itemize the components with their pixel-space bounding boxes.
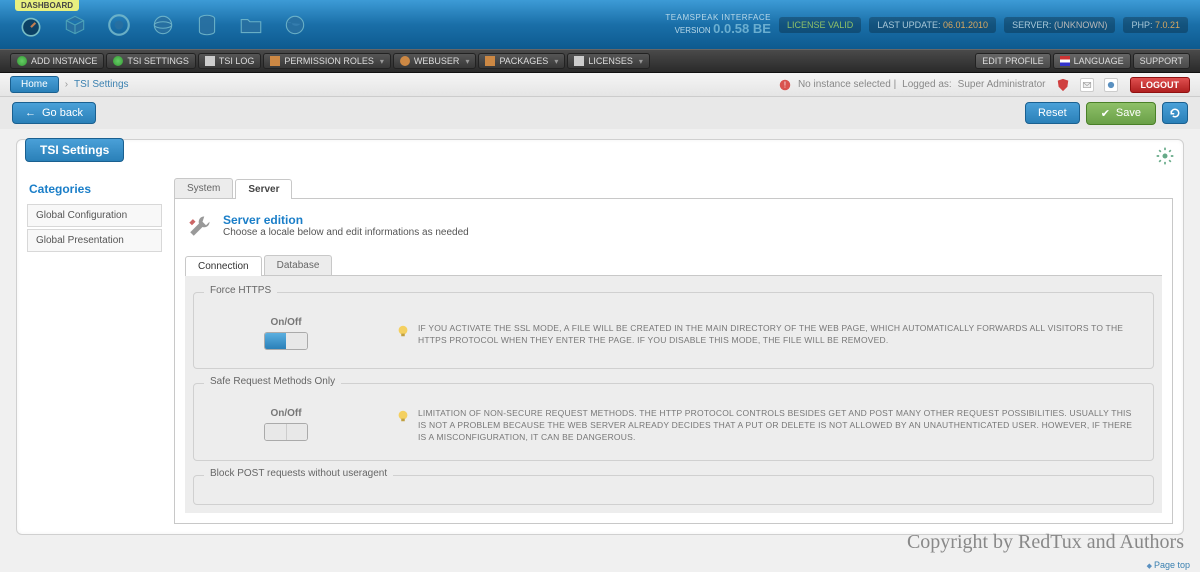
subtab-connection[interactable]: Connection	[185, 256, 262, 276]
section-title: Server edition	[223, 213, 469, 227]
menu-permission-roles[interactable]: PERMISSION ROLES▾	[263, 53, 391, 69]
subtab-database[interactable]: Database	[264, 255, 333, 275]
go-back-button[interactable]: ←Go back	[12, 102, 96, 124]
license-status[interactable]: LICENSE VALID	[779, 17, 861, 33]
legend-safe-request: Safe Request Methods Only	[204, 376, 341, 387]
mail-icon[interactable]	[1080, 78, 1094, 92]
arrow-left-icon: ←	[25, 107, 36, 119]
last-update: LAST UPDATE: 06.01.2010	[869, 17, 996, 33]
categories-sidebar: Categories Global Configuration Global P…	[27, 178, 162, 524]
database-icon[interactable]	[191, 9, 223, 41]
dashboard-icon[interactable]	[15, 9, 47, 41]
menu-tsi-log[interactable]: TSI LOG	[198, 53, 262, 69]
main-tabs: System Server	[174, 178, 1173, 199]
user-role: Super Administrator	[958, 79, 1046, 90]
version-block: TEAMSPEAK INTERFACE VERSION 0.0.58 BE	[665, 14, 771, 35]
tab-system[interactable]: System	[174, 178, 233, 198]
panel-title: TSI Settings	[25, 138, 124, 162]
fieldgroup-force-https: Force HTTPS On/Off IF YOU ACTIVATE THE S…	[193, 292, 1154, 369]
save-button[interactable]: ✔Save	[1086, 102, 1156, 125]
folder-icon[interactable]	[235, 9, 267, 41]
legend-force-https: Force HTTPS	[204, 285, 277, 296]
section-desc: Choose a locale below and edit informati…	[223, 227, 469, 238]
cube-icon[interactable]	[59, 9, 91, 41]
breadcrumb-home[interactable]: Home	[10, 76, 59, 93]
breadcrumb-bar: Home › TSI Settings ! No instance select…	[0, 73, 1200, 97]
tab-server[interactable]: Server	[235, 179, 292, 199]
onoff-label: On/Off	[206, 317, 366, 328]
breadcrumb-sep: ›	[65, 79, 68, 90]
app-header: DASHBOARD TEAMSPEAK INTERFACE VERSION 0.…	[0, 0, 1200, 49]
copyright-text: Copyright by RedTux and Authors	[907, 531, 1184, 554]
sidebar-item-global-presentation[interactable]: Global Presentation	[27, 229, 162, 252]
menu-add-instance[interactable]: ADD INSTANCE	[10, 53, 104, 69]
logout-button[interactable]: LOGOUT	[1130, 77, 1191, 93]
fieldgroup-block-post: Block POST requests without useragent	[193, 475, 1154, 505]
toggle-force-https[interactable]	[264, 332, 308, 350]
menu-webuser[interactable]: WEBUSER▾	[393, 53, 477, 69]
menu-licenses[interactable]: LICENSES▾	[567, 53, 650, 69]
breadcrumb-current: TSI Settings	[74, 79, 128, 90]
warning-icon: !	[778, 78, 792, 92]
menu-tsi-settings[interactable]: TSI SETTINGS	[106, 53, 196, 69]
svg-text:!: !	[784, 80, 786, 89]
bulb-icon	[396, 324, 410, 338]
sidebar-item-global-config[interactable]: Global Configuration	[27, 204, 162, 227]
globe-icon[interactable]	[147, 9, 179, 41]
action-toolbar: ←Go back Reset ✔Save	[0, 97, 1200, 129]
logged-as-label: Logged as:	[902, 79, 952, 90]
sub-tabs: Connection Database	[185, 255, 1162, 276]
check-icon: ✔	[1101, 107, 1110, 120]
info-icon[interactable]	[1104, 78, 1118, 92]
menu-language[interactable]: LANGUAGE	[1053, 53, 1131, 69]
bulb-icon	[396, 409, 410, 423]
menu-packages[interactable]: PACKAGES▾	[478, 53, 565, 69]
menu-support[interactable]: SUPPORT	[1133, 53, 1190, 69]
hint-safe-request: LIMITATION OF NON-SECURE REQUEST METHODS…	[418, 408, 1141, 444]
onoff-label: On/Off	[206, 408, 366, 419]
reset-button[interactable]: Reset	[1025, 102, 1080, 124]
refresh-button[interactable]	[1162, 102, 1188, 124]
page-top-link[interactable]: Page top	[1147, 560, 1190, 570]
gear-icon[interactable]	[1155, 146, 1175, 166]
legend-block-post: Block POST requests without useragent	[204, 468, 393, 479]
server-status: SERVER: (UNKNOWN)	[1004, 17, 1115, 33]
clock-icon[interactable]	[103, 9, 135, 41]
settings-panel: TSI Settings Categories Global Configura…	[16, 139, 1184, 535]
fieldgroup-safe-request: Safe Request Methods Only On/Off LIMITAT…	[193, 383, 1154, 461]
php-version: PHP: 7.0.21	[1123, 17, 1188, 33]
shield-icon	[1056, 78, 1070, 92]
no-instance-text: No instance selected |	[798, 79, 896, 90]
wrench-icon	[185, 213, 213, 241]
hint-force-https: IF YOU ACTIVATE THE SSL MODE, A FILE WIL…	[418, 323, 1141, 347]
toggle-safe-request[interactable]	[264, 423, 308, 441]
main-menu: ADD INSTANCE TSI SETTINGS TSI LOG PERMIS…	[0, 49, 1200, 73]
categories-title: Categories	[27, 178, 162, 204]
menu-edit-profile[interactable]: EDIT PROFILE	[975, 53, 1050, 69]
settings-content: System Server Server edition Choose a lo…	[174, 178, 1173, 524]
world-icon[interactable]	[279, 9, 311, 41]
